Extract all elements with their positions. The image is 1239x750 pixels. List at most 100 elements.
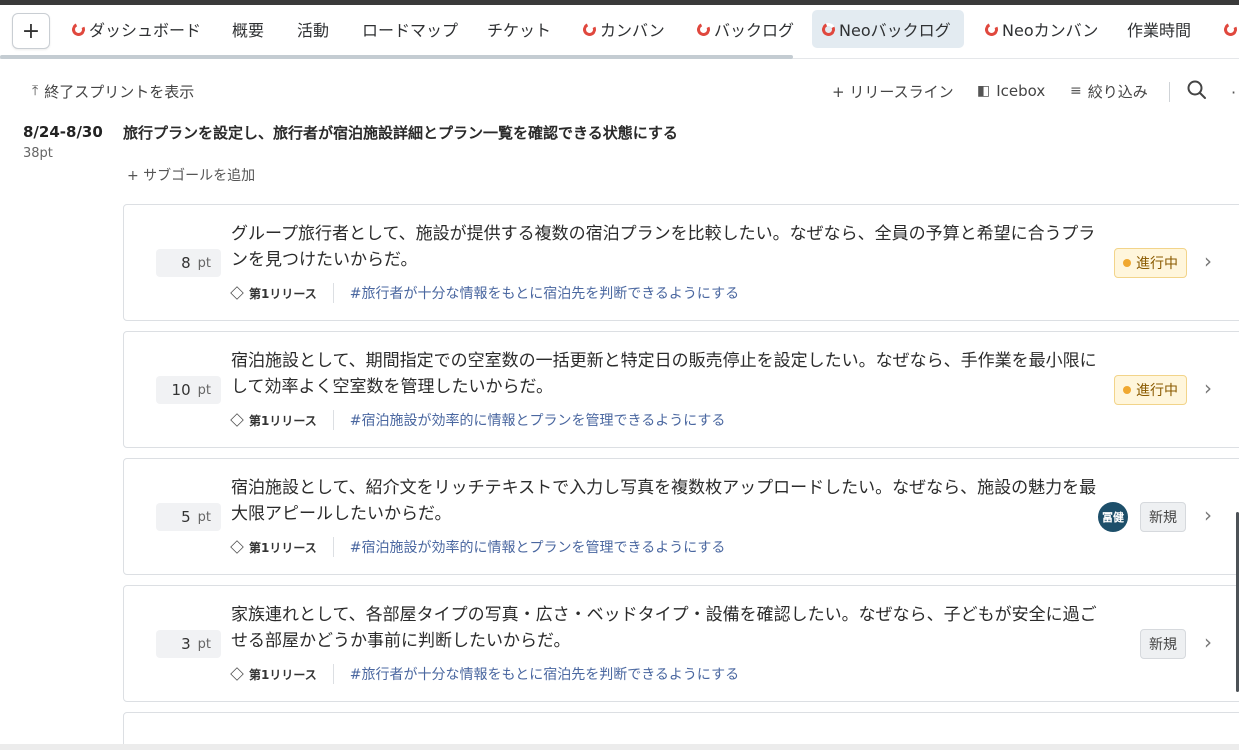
show-finished-label: 終了スプリントを表示 (44, 82, 195, 101)
tab-neo-kanban[interactable]: Neoカンバン (975, 10, 1108, 48)
cube-icon (230, 540, 244, 554)
tab-label: 概要 (232, 21, 265, 40)
sprint-date: 8/24-8/30 (23, 123, 103, 141)
chevron-right-icon[interactable]: › (1204, 630, 1212, 654)
tab-label: カンバン (600, 21, 665, 40)
story-text: グループ旅行者として、施設が提供する複数の宿泊プランを比較したい。なぜなら、全員… (231, 224, 1096, 270)
sprint-goal: 旅行プランを設定し、旅行者が宿泊施設詳細とプラン一覧を確認できる状態にする (123, 124, 678, 142)
story-text: 宿泊施設として、紹介文をリッチテキストで入力し写真を複数枚アップロードしたい。な… (231, 478, 1097, 524)
points-unit: pt (197, 382, 211, 398)
story-meta: 第1リリース #宿泊施設が効率的に情報とプランを管理できるようにする (230, 537, 726, 557)
icebox-button[interactable]: ◧ Icebox (977, 80, 1045, 102)
tab-activity[interactable]: 活動 (287, 10, 339, 48)
tab-overview[interactable]: 概要 (222, 10, 274, 48)
add-subgoal-button[interactable]: + サブゴールを追加 (127, 165, 255, 185)
chevron-right-icon[interactable]: › (1204, 249, 1212, 273)
sprint-points: 38pt (23, 146, 53, 161)
tab-label: 活動 (297, 21, 330, 40)
chevron-right-icon[interactable]: › (1204, 503, 1212, 527)
tab-tickets[interactable]: チケット (477, 10, 561, 48)
icebox-label: Icebox (996, 82, 1046, 100)
story-text: 宿泊施設として、期間指定での空室数の一括更新と特定日の販売停止を設定したい。なぜ… (231, 351, 1097, 397)
tab-label: Neoバックログ (839, 21, 951, 40)
upload-icon: ⤒ (32, 83, 39, 99)
story-text: 家族連れとして、各部屋タイプの写真・広さ・ベッドタイプ・設備を確認したい。なぜな… (231, 605, 1097, 651)
show-finished-sprints-button[interactable]: ⤒ 終了スプリントを表示 (32, 80, 194, 102)
status-label: 進行中 (1136, 256, 1178, 272)
points-value: 3 (181, 635, 191, 653)
release-name: 第1リリース (249, 667, 317, 682)
tab-label: バックログ (714, 21, 795, 40)
status-badge[interactable]: 進行中 (1114, 248, 1187, 278)
story-card[interactable]: 10 pt 宿泊施設として、期間指定での空室数の一括更新と特定日の販売停止を設定し… (123, 331, 1239, 448)
goal-tag-link[interactable]: #旅行者が十分な情報をもとに宿泊先を判断できるようにする (350, 283, 739, 303)
story-meta: 第1リリース #宿泊施設が効率的に情報とプランを管理できるようにする (230, 410, 726, 430)
points-value: 10 (171, 381, 191, 399)
panel-icon: ◧ (977, 83, 991, 99)
goal-tag-link[interactable]: #旅行者が十分な情報をもとに宿泊先を判断できるようにする (350, 664, 739, 684)
status-dot-icon (1123, 386, 1131, 394)
release-line-label: + リリースライン (832, 82, 954, 101)
tab-label: 作業時間 (1127, 21, 1192, 40)
release-name: 第1リリース (249, 413, 317, 428)
points-unit: pt (197, 636, 211, 652)
tab-work-time[interactable]: 作業時間 (1117, 10, 1201, 48)
add-tab-button[interactable]: + (12, 13, 50, 49)
story-card[interactable]: 8 pt グループ旅行者として、施設が提供する複数の宿泊プランを比較したい。なぜな… (123, 204, 1239, 321)
story-meta: 第1リリース #旅行者が十分な情報をもとに宿泊先を判断できるようにする (230, 664, 739, 684)
points-unit: pt (197, 509, 211, 525)
tab-dashboard[interactable]: ダッシュボード (62, 10, 211, 48)
tab-overflow[interactable] (1214, 10, 1239, 48)
assignee-avatar[interactable]: 冨健 (1098, 502, 1128, 532)
story-points: 3 pt (156, 630, 221, 658)
meta-divider (332, 283, 334, 303)
release-name: 第1リリース (249, 286, 317, 301)
status-dot-icon (1123, 259, 1131, 267)
story-card[interactable]: 5 pt 宿泊施設として、紹介文をリッチテキストで入力し写真を複数枚アップロードし… (123, 458, 1239, 575)
bottom-strip (0, 744, 1239, 750)
tab-roadmap[interactable]: ロードマップ (352, 10, 468, 48)
toolbar-divider (1169, 82, 1170, 102)
status-badge[interactable]: 新規 (1140, 629, 1186, 659)
more-icon[interactable]: · (1231, 83, 1236, 102)
points-value: 8 (181, 254, 191, 272)
ring-icon (820, 20, 837, 38)
tab-neo-backlog[interactable]: Neoバックログ (812, 10, 964, 48)
story-points: 10 pt (156, 376, 221, 404)
story-meta: 第1リリース #旅行者が十分な情報をもとに宿泊先を判断できるようにする (230, 283, 739, 303)
story-points: 8 pt (156, 249, 221, 277)
story-card[interactable]: 3 pt 家族連れとして、各部屋タイプの写真・広さ・ベッドタイプ・設備を確認したい… (123, 585, 1239, 702)
points-unit: pt (197, 255, 211, 271)
meta-divider (332, 410, 334, 430)
tab-bar: + ダッシュボード 概要 活動 ロードマップ チケット カンバン バックログ N… (0, 5, 1239, 57)
tab-label: ダッシュボード (89, 21, 202, 40)
ring-icon (695, 20, 712, 38)
meta-divider (332, 537, 334, 557)
goal-tag-link[interactable]: #宿泊施設が効率的に情報とプランを管理できるようにする (350, 537, 726, 557)
tab-label: Neoカンバン (1002, 21, 1099, 40)
story-points: 5 pt (156, 503, 221, 531)
cube-icon (230, 286, 244, 300)
chevron-right-icon[interactable]: › (1204, 376, 1212, 400)
status-badge[interactable]: 新規 (1140, 502, 1186, 532)
release-line-button[interactable]: + リリースライン (832, 80, 954, 102)
status-label: 新規 (1149, 637, 1177, 653)
filter-label: 絞り込み (1087, 82, 1148, 101)
ring-icon (1222, 20, 1239, 38)
tab-backlog[interactable]: バックログ (687, 10, 804, 48)
goal-tag-link[interactable]: #宿泊施設が効率的に情報とプランを管理できるようにする (350, 410, 726, 430)
cube-icon (230, 667, 244, 681)
filter-button[interactable]: ≡ 絞り込み (1070, 80, 1148, 102)
status-badge[interactable]: 進行中 (1114, 375, 1187, 405)
tab-label: チケット (487, 21, 552, 40)
meta-divider (332, 664, 334, 684)
ring-icon (70, 20, 87, 38)
ring-icon (983, 20, 1000, 38)
tab-kanban[interactable]: カンバン (573, 10, 675, 48)
ring-icon (581, 20, 598, 38)
tab-label: ロードマップ (362, 21, 459, 40)
search-icon[interactable] (1186, 79, 1208, 101)
tab-scrollbar[interactable] (0, 55, 793, 59)
status-label: 進行中 (1136, 383, 1178, 399)
status-label: 新規 (1149, 510, 1177, 526)
